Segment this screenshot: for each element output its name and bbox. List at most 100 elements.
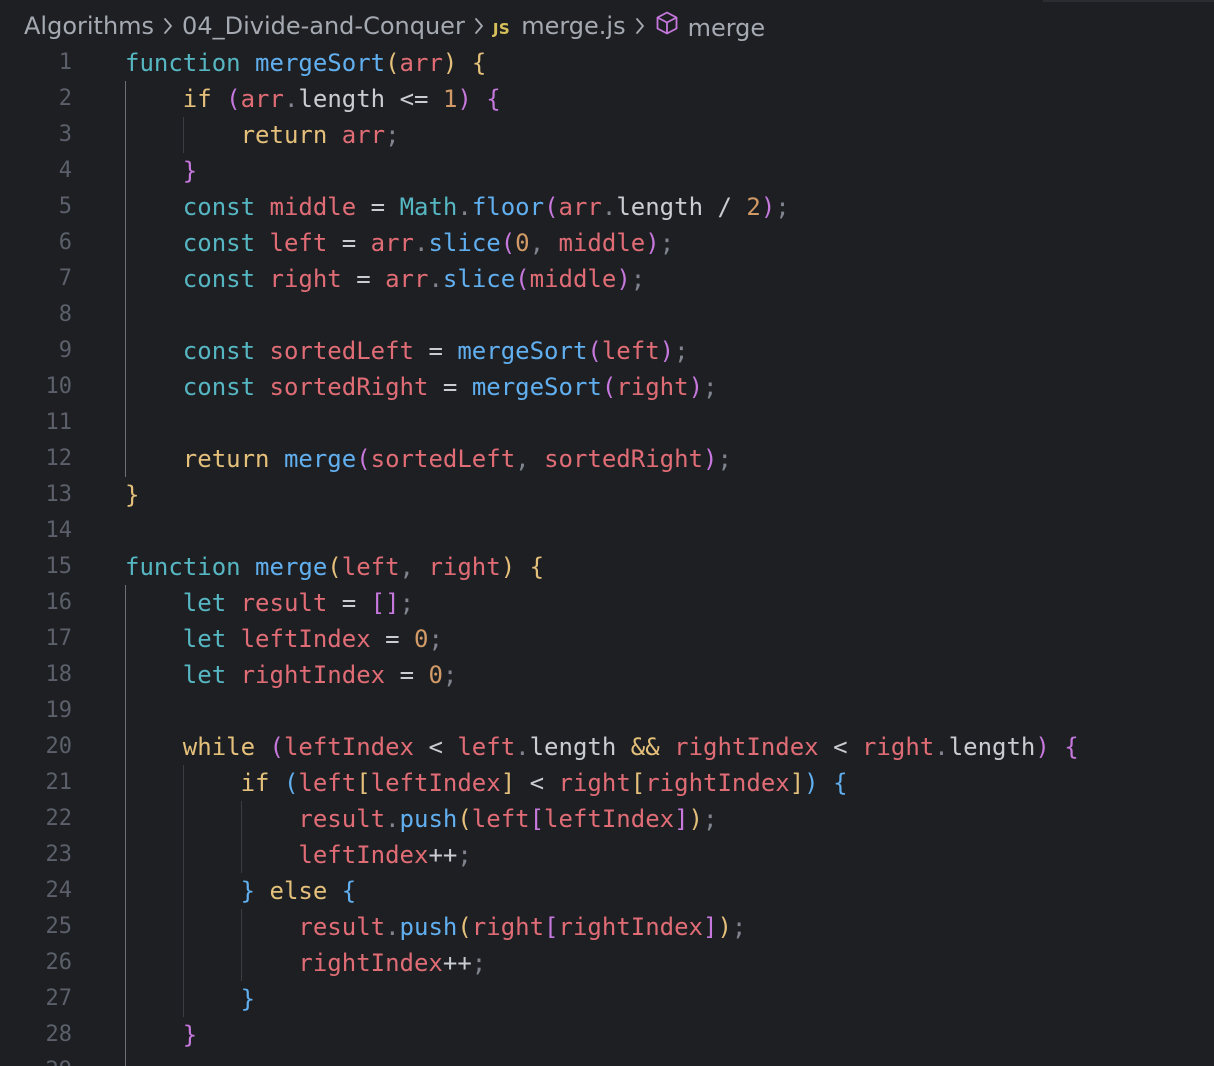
code-editor[interactable]: Algorithms 04_Divide-and-Conquer JS merge… (0, 0, 1214, 1066)
code-line[interactable]: 13} (0, 477, 1214, 513)
code-token: ( (500, 229, 516, 257)
code-line[interactable]: 6 const left = arr.slice(0, middle); (0, 225, 1214, 261)
code-line-text: result.push(right[rightIndex]); (125, 909, 746, 945)
code-token: arr (385, 265, 429, 293)
code-token: sortedRight (269, 373, 429, 401)
code-token: ( (226, 85, 241, 113)
tab-bar-edge (1043, 0, 1214, 2)
code-area[interactable]: 1 function mergeSort(arr) {2 if (arr.leng… (0, 45, 1214, 1066)
code-line[interactable]: 17 let leftIndex = 0; (0, 621, 1214, 657)
code-line[interactable]: 16 let result = []; (0, 585, 1214, 621)
code-token: push (399, 913, 458, 941)
code-line[interactable]: 29 (0, 1053, 1214, 1066)
code-line[interactable]: 3 return arr; (0, 117, 1214, 153)
code-line[interactable]: 12 return merge(sortedLeft, sortedRight)… (0, 441, 1214, 477)
code-token: leftIndex (240, 625, 371, 653)
code-token: = (442, 373, 458, 401)
code-line[interactable]: 9 const sortedLeft = mergeSort(left); (0, 333, 1214, 369)
breadcrumb-algorithms[interactable]: Algorithms (24, 12, 154, 40)
code-token: ) (659, 337, 675, 365)
line-number: 21 (45, 770, 73, 795)
code-line[interactable]: 2 if (arr.length <= 1) { (0, 81, 1214, 117)
chevron-right-icon (626, 14, 654, 38)
line-number: 28 (45, 1022, 73, 1047)
code-token: ; (731, 913, 747, 941)
code-token: . (934, 733, 949, 761)
code-line[interactable]: 22 result.push(left[leftIndex]); (0, 801, 1214, 837)
code-line[interactable]: 15 function merge(left, right) { (0, 549, 1214, 585)
code-token: ; (717, 445, 732, 473)
code-line-text: } (125, 477, 139, 513)
code-token: floor (471, 193, 545, 221)
code-line[interactable]: 23 leftIndex++; (0, 837, 1214, 873)
code-token: function (125, 49, 241, 77)
code-line[interactable]: 25 result.push(right[rightIndex]); (0, 909, 1214, 945)
code-token: = (356, 265, 371, 293)
code-token: right (861, 733, 935, 761)
code-token: leftIndex (370, 769, 501, 797)
code-token: function (125, 553, 241, 581)
code-token: ] (789, 769, 805, 797)
breadcrumb-folder[interactable]: 04_Divide-and-Conquer (182, 12, 465, 40)
line-number: 26 (45, 950, 73, 975)
code-token: left (601, 337, 660, 365)
line-number: 25 (45, 914, 73, 939)
line-number: 6 (58, 230, 72, 255)
code-line[interactable]: 8 (0, 297, 1214, 333)
code-line-text: while (leftIndex < left.length && rightI… (125, 729, 1079, 765)
breadcrumb-symbol[interactable]: merge (654, 10, 765, 42)
breadcrumb-file[interactable]: JS merge.js (493, 12, 626, 40)
code-line[interactable]: 19 (0, 693, 1214, 729)
code-token: arr (558, 193, 602, 221)
line-number: 9 (58, 338, 72, 363)
chevron-right-icon (465, 14, 493, 38)
code-token: ) (500, 553, 516, 581)
code-line[interactable]: 11 (0, 405, 1214, 441)
code-line[interactable]: 18 let rightIndex = 0; (0, 657, 1214, 693)
code-token: ] (674, 805, 689, 833)
code-token: result (240, 589, 328, 617)
code-line[interactable]: 24 } else { (0, 873, 1214, 909)
code-line[interactable]: 14 (0, 513, 1214, 549)
code-line[interactable]: 21 if (left[leftIndex] < right[rightInde… (0, 765, 1214, 801)
code-token: { (529, 553, 545, 581)
code-token: left (457, 733, 516, 761)
code-line[interactable]: 4 } (0, 153, 1214, 189)
code-line[interactable]: 26 rightIndex++; (0, 945, 1214, 981)
code-token: ; (442, 661, 458, 689)
code-line-text: const middle = Math.floor(arr.length / 2… (125, 189, 790, 225)
code-line[interactable]: 28 } (0, 1017, 1214, 1053)
code-line[interactable]: 10 const sortedRight = mergeSort(right); (0, 369, 1214, 405)
code-token: 0 (428, 661, 443, 689)
line-number: 4 (58, 158, 72, 183)
code-token: rightIndex (674, 733, 819, 761)
code-line[interactable]: 7 const right = arr.slice(middle); (0, 261, 1214, 297)
code-line[interactable]: 1 function mergeSort(arr) { (0, 45, 1214, 81)
code-token: ) (703, 445, 718, 473)
code-token: , (515, 445, 530, 473)
code-line[interactable]: 20 while (leftIndex < left.length && rig… (0, 729, 1214, 765)
code-token: slice (442, 265, 516, 293)
code-line[interactable]: 5 const middle = Math.floor(arr.length /… (0, 189, 1214, 225)
code-line[interactable]: 27 } (0, 981, 1214, 1017)
